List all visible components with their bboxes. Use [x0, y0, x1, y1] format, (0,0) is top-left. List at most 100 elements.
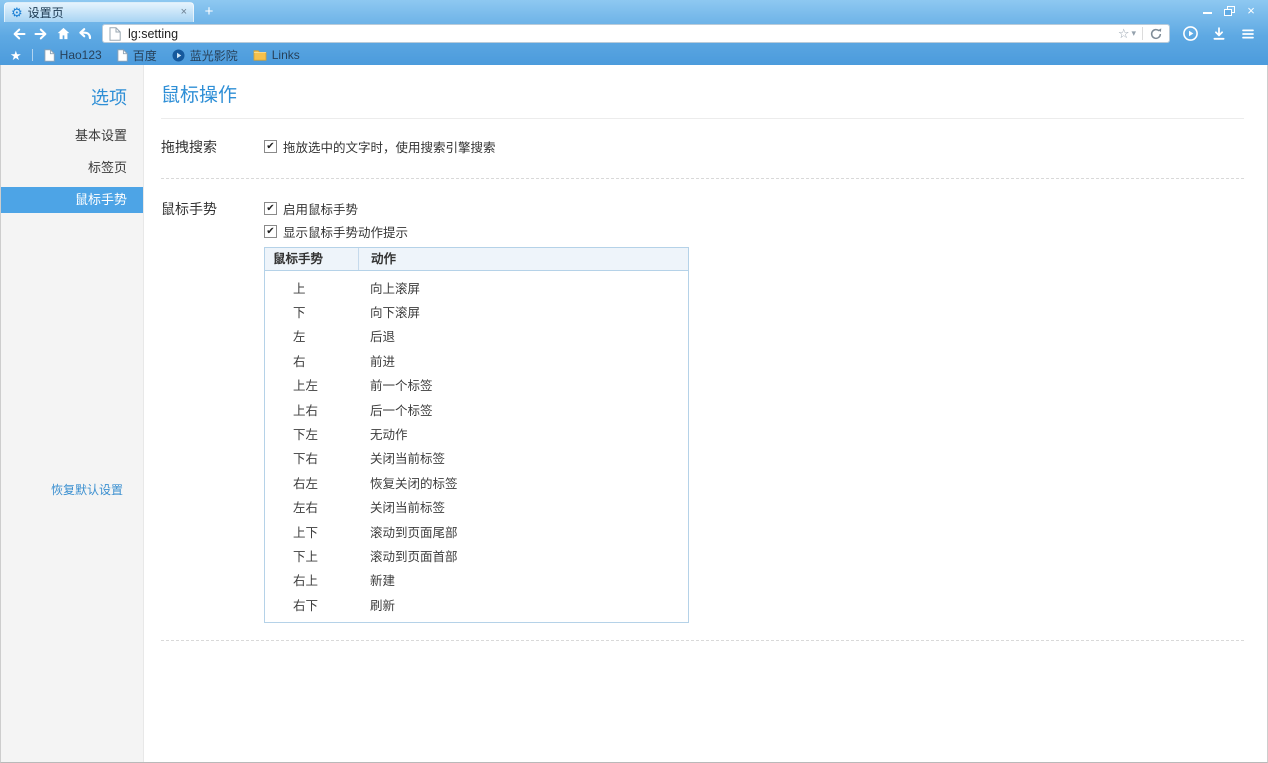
table-row: 上左 前一个标签 [265, 373, 688, 397]
checkbox-label: 拖放选中的文字时，使用搜索引擎搜索 [283, 141, 496, 155]
menu-button[interactable] [1238, 24, 1258, 44]
bookmark-bluray-cinema[interactable]: 蓝光影院 [172, 47, 238, 64]
play-circle-icon [1182, 26, 1198, 41]
action-cell: 后一个标签 [370, 403, 433, 418]
restore-button[interactable] [1218, 2, 1240, 18]
table-row: 下右 关闭当前标签 [265, 446, 688, 470]
back-button[interactable] [8, 24, 30, 44]
home-button[interactable] [52, 24, 74, 44]
gesture-cell: 上 [293, 281, 306, 296]
table-row: 上 向上滚屏 [265, 275, 688, 299]
bookmark-label: Links [271, 48, 300, 62]
bookmark-baidu[interactable]: 百度 [117, 47, 157, 64]
bookmark-hao123[interactable]: Hao123 [44, 48, 102, 62]
new-tab-button[interactable]: + [200, 3, 218, 20]
gear-icon: ⚙ [11, 5, 23, 20]
page-icon [109, 26, 121, 41]
tab-close-icon[interactable]: × [181, 7, 187, 18]
section-mouse-gestures: 鼠标手势 ✔ 启用鼠标手势 ✔ 显示鼠标手势动作提示 鼠标手势 动作 上 向上滚… [161, 201, 1244, 624]
restore-tab-button[interactable] [74, 24, 96, 44]
sidebar-nav: 基本设置 标签页 鼠标手势 [1, 123, 143, 213]
sidebar-item-mouse-gestures[interactable]: 鼠标手势 [1, 187, 143, 213]
action-cell: 无动作 [370, 428, 408, 443]
address-divider [1142, 27, 1143, 40]
download-button[interactable] [1209, 24, 1229, 44]
sidebar-item-tab-page[interactable]: 标签页 [1, 155, 143, 181]
checkbox-checked[interactable]: ✔ [264, 202, 277, 215]
action-cell: 向下滚屏 [370, 306, 421, 321]
main-content: 鼠标操作 拖拽搜索 ✔ 拖放选中的文字时，使用搜索引擎搜索 鼠标手势 ✔ 启用鼠… [144, 65, 1267, 762]
refresh-icon[interactable] [1149, 27, 1163, 41]
show-gesture-hint-checkbox-row: ✔ 显示鼠标手势动作提示 [264, 224, 1244, 240]
download-icon [1213, 26, 1225, 40]
table-row: 左 后退 [265, 324, 688, 348]
action-cell: 关闭当前标签 [370, 501, 446, 516]
drag-search-checkbox-row: ✔ 拖放选中的文字时，使用搜索引擎搜索 [264, 139, 1244, 155]
gesture-table-header: 鼠标手势 动作 [265, 248, 688, 271]
enable-gestures-checkbox-row: ✔ 启用鼠标手势 [264, 201, 1244, 217]
page-title: 鼠标操作 [161, 85, 238, 106]
menu-icon [1242, 29, 1254, 38]
gesture-cell: 左 [293, 330, 306, 345]
forward-button[interactable] [30, 24, 52, 44]
bookmark-star-icon[interactable]: ☆ [1118, 27, 1130, 40]
action-cell: 滚动到页面首部 [370, 549, 458, 564]
tab-title: 设置页 [27, 6, 64, 20]
bookmark-links-folder[interactable]: Links [253, 48, 300, 62]
toolbar-right [1180, 24, 1260, 44]
table-row: 上右 后一个标签 [265, 397, 688, 421]
section-body: ✔ 启用鼠标手势 ✔ 显示鼠标手势动作提示 鼠标手势 动作 上 向上滚屏 下 向… [264, 201, 1244, 624]
bookmarks-bar: ★ Hao123 百度 蓝光影院 Links [0, 45, 1268, 65]
action-cell: 滚动到页面尾部 [370, 525, 458, 540]
gesture-cell: 右左 [293, 476, 319, 491]
gesture-cell: 右下 [293, 598, 319, 613]
restore-defaults-link[interactable]: 恢复默认设置 [51, 481, 123, 498]
address-bar[interactable]: lg:setting ☆ ▾ [102, 24, 1170, 43]
page-icon [44, 48, 55, 62]
close-button[interactable]: × [1240, 2, 1262, 18]
checkbox-label: 启用鼠标手势 [283, 203, 359, 217]
bookmark-label: 百度 [132, 48, 157, 63]
browser-window: ⚙ 设置页 × + × lg:setting ☆ ▾ ★ Hao123 百度 蓝… [0, 0, 1268, 763]
bookmarks-star-icon[interactable]: ★ [10, 49, 22, 62]
back-icon [13, 28, 26, 39]
sidebar-title: 选项 [91, 88, 127, 108]
undo-arrow-icon [79, 27, 92, 39]
action-cell: 前进 [370, 354, 396, 369]
gesture-cell: 右上 [293, 574, 319, 589]
table-row: 下上 滚动到页面首部 [265, 543, 688, 567]
column-header-gesture: 鼠标手势 [273, 252, 324, 266]
column-header-action: 动作 [358, 248, 688, 270]
toolbar: lg:setting ☆ ▾ [0, 22, 1268, 45]
bookmark-label: Hao123 [59, 48, 102, 62]
action-cell: 恢复关闭的标签 [370, 476, 458, 491]
section-label: 鼠标手势 [161, 201, 217, 217]
sidebar: 选项 基本设置 标签页 鼠标手势 恢复默认设置 [1, 65, 144, 762]
action-cell: 新建 [370, 574, 396, 589]
gesture-cell: 下左 [293, 428, 319, 443]
minimize-button[interactable] [1196, 2, 1218, 18]
sidebar-item-basic-settings[interactable]: 基本设置 [1, 123, 143, 149]
section-body: ✔ 拖放选中的文字时，使用搜索引擎搜索 [264, 139, 1244, 155]
gesture-cell: 下上 [293, 549, 319, 564]
action-cell: 后退 [370, 330, 396, 345]
address-input[interactable]: lg:setting [128, 27, 1118, 41]
gesture-cell: 下右 [293, 452, 319, 467]
bookmark-label: 蓝光影院 [189, 48, 238, 63]
minimize-icon [1202, 12, 1212, 14]
table-row: 右左 恢复关闭的标签 [265, 470, 688, 494]
action-cell: 关闭当前标签 [370, 452, 446, 467]
table-row: 下 向下滚屏 [265, 299, 688, 323]
checkbox-checked[interactable]: ✔ [264, 225, 277, 238]
section-label: 拖拽搜索 [161, 139, 217, 155]
gesture-cell: 上右 [293, 403, 319, 418]
gesture-table-body: 上 向上滚屏 下 向下滚屏 左 后退 右 前进 上左 前一个标签 上右 后一个标签 下左 无动… [265, 271, 688, 622]
checkbox-checked[interactable]: ✔ [264, 140, 277, 153]
gesture-cell: 上下 [293, 525, 319, 540]
tab-settings[interactable]: ⚙ 设置页 × [4, 2, 194, 22]
folder-icon [253, 50, 267, 61]
bookmark-caret-icon[interactable]: ▾ [1131, 29, 1136, 38]
media-button[interactable] [1180, 24, 1200, 44]
table-row: 右 前进 [265, 348, 688, 372]
table-row: 左右 关闭当前标签 [265, 495, 688, 519]
